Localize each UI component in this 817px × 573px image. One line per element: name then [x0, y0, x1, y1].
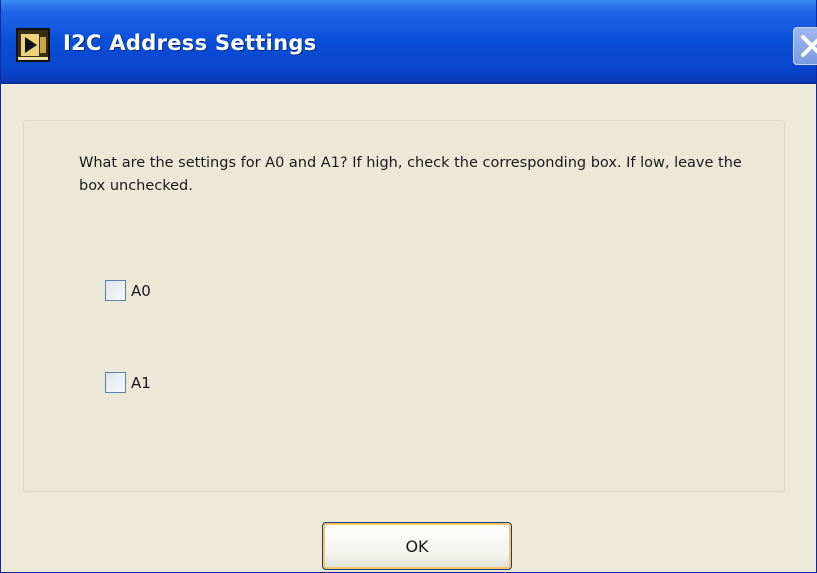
- labview-vi-icon: [16, 28, 50, 62]
- title-bar[interactable]: I2C Address Settings: [1, 0, 817, 84]
- checkbox-a1[interactable]: A1: [105, 372, 151, 393]
- checkbox-a1-box[interactable]: [105, 372, 126, 393]
- window-title: I2C Address Settings: [63, 31, 317, 55]
- dialog-window: I2C Address Settings What are the settin…: [0, 0, 817, 573]
- instruction-text: What are the settings for A0 and A1? If …: [79, 155, 742, 194]
- ok-button[interactable]: OK: [322, 522, 512, 570]
- checkbox-a0[interactable]: A0: [105, 280, 151, 301]
- checkbox-a1-label: A1: [131, 373, 151, 392]
- checkbox-a0-label: A0: [131, 281, 151, 300]
- close-button[interactable]: [793, 27, 817, 65]
- checkbox-a0-box[interactable]: [105, 280, 126, 301]
